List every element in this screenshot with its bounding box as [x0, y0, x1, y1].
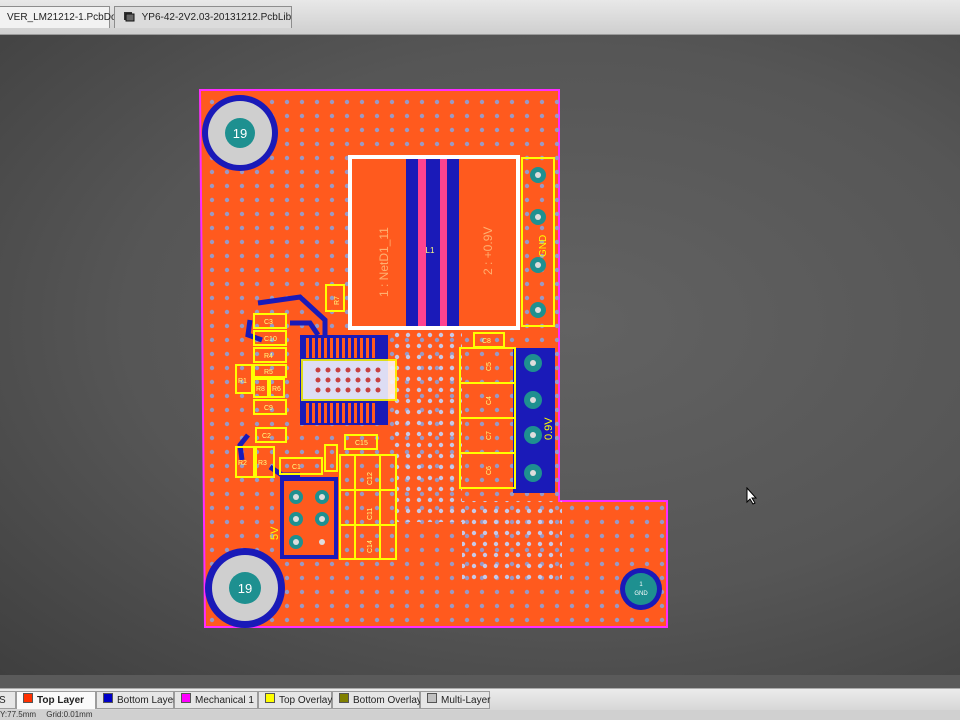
layer-tab-bar: S Top Layer Bottom Layer Mechanical 1 To…	[0, 688, 960, 711]
designator-c12: C12	[367, 472, 374, 485]
mounting-hole-bottom: 19	[205, 548, 285, 628]
ic-regulator	[300, 335, 397, 425]
designator-c11: C11	[367, 508, 374, 520]
tab-pcbdoc[interactable]: VER_LM21212-1.PcbDoc	[0, 6, 122, 28]
designator-c4: C4	[486, 396, 493, 405]
tab-pcblib[interactable]: YP6-42-2V2.03-20131212.PcbLib	[114, 6, 292, 28]
status-bar: Y:77.5mm Grid:0.01mm	[0, 710, 960, 720]
designator-r4: R4	[264, 353, 273, 360]
gnd-pad-net: GND	[634, 591, 648, 597]
designator-c6: C6	[486, 466, 493, 475]
top-layer-swatch-icon	[23, 693, 33, 703]
top-overlay-swatch-icon	[265, 693, 275, 703]
status-coords: Y:77.5mm	[0, 710, 37, 719]
mouse-cursor-icon	[746, 486, 758, 510]
layer-tab-bottom-overlay[interactable]: Bottom Overlay	[332, 691, 422, 709]
connector-label: GND	[538, 235, 549, 257]
output-label: 0.9V	[543, 417, 555, 440]
designator-r5: R5	[264, 369, 273, 376]
mounting-hole-top: 19	[202, 95, 278, 171]
layer-tab-top-layer[interactable]: Top Layer	[16, 691, 96, 709]
bottom-layer-swatch-icon	[103, 693, 113, 703]
hole-bottom-label: 19	[238, 581, 252, 596]
tab-pcbdoc-label: VER_LM21212-1.PcbDoc	[7, 12, 122, 23]
layer-tab-top-overlay[interactable]: Top Overlay	[258, 691, 332, 709]
multi-layer-swatch-icon	[427, 693, 437, 703]
designator-c2: C2	[262, 433, 271, 440]
bottom-overlay-swatch-icon	[339, 693, 349, 703]
layer-tab-mechanical-1[interactable]: Mechanical 1	[174, 691, 258, 709]
designator-r2: R2	[238, 460, 247, 467]
designator-c3: C3	[264, 319, 273, 326]
layer-tab-multi-layer[interactable]: Multi-Layer	[420, 691, 490, 709]
tab-pcblib-label: YP6-42-2V2.03-20131212.PcbLib	[141, 12, 292, 23]
mechanical-swatch-icon	[181, 693, 191, 703]
status-grid: Grid:0.01mm	[46, 710, 93, 719]
designator-c1: C1	[292, 464, 301, 471]
inductor-l1: L1 1 : NetD1_11 2 : +0.9V	[348, 155, 520, 330]
designator-c5: C5	[486, 362, 493, 371]
layer-tab-s[interactable]: S	[0, 691, 16, 709]
pcb-board-drawing[interactable]: 19 19 1 GND L1 1 : NetD1_11 2 : +0.9V GN…	[0, 35, 960, 675]
designator-r6: R6	[272, 386, 281, 393]
inductor-designator: L1	[426, 246, 435, 255]
hole-top-label: 19	[233, 126, 247, 141]
document-tab-bar: VER_LM21212-1.PcbDoc YP6-42-2V2.03-20131…	[0, 0, 960, 35]
designator-c7: C7	[486, 431, 493, 440]
inductor-pin2-net: 2 : +0.9V	[481, 227, 495, 275]
gnd-test-pad: 1 GND	[620, 568, 662, 610]
designator-c10: C10	[264, 336, 277, 343]
designator-r3: R3	[258, 460, 267, 467]
designator-r8: R8	[256, 386, 265, 393]
layer-tab-bottom-layer[interactable]: Bottom Layer	[96, 691, 176, 709]
inductor-pin1-net: 1 : NetD1_11	[377, 227, 391, 297]
designator-r7: R7	[334, 296, 341, 305]
designator-c15: C15	[355, 440, 368, 447]
designator-c14: C14	[367, 540, 374, 553]
designator-c9: C9	[264, 405, 273, 412]
library-icon	[123, 9, 135, 22]
designator-r1: R1	[238, 378, 247, 385]
pcb-canvas[interactable]: 19 19 1 GND L1 1 : NetD1_11 2 : +0.9V GN…	[0, 35, 960, 675]
designator-c8: C8	[482, 338, 491, 345]
input-label: 5V	[269, 526, 281, 540]
